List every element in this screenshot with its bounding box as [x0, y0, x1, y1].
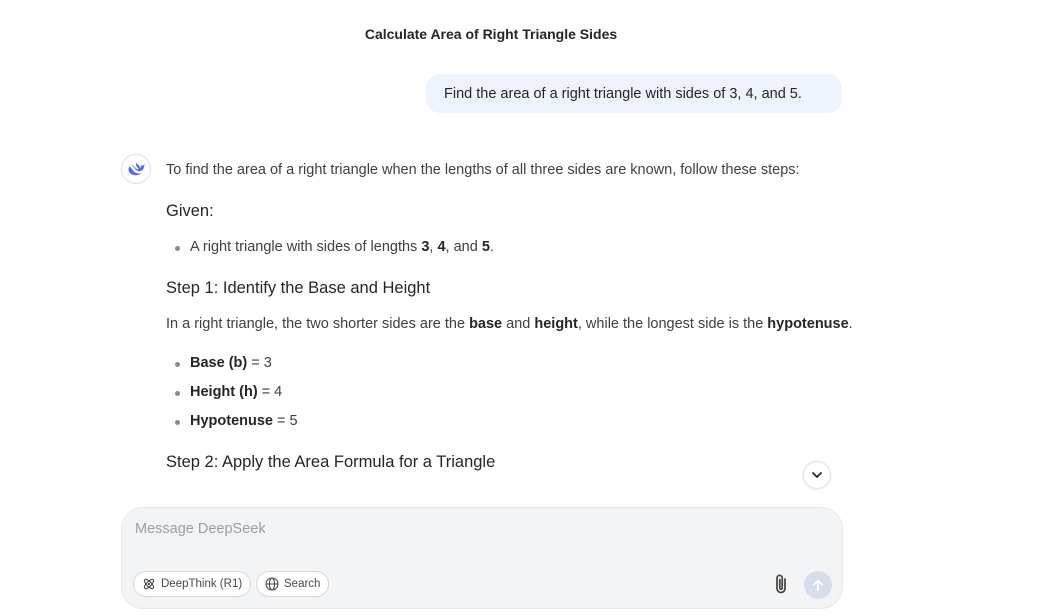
term-base: base — [469, 316, 503, 332]
paperclip-icon — [776, 574, 786, 594]
arrow-up-icon — [813, 579, 823, 591]
item-label: Hypotenuse — [190, 413, 273, 429]
send-button[interactable] — [804, 571, 832, 599]
search-label: Search — [284, 578, 321, 590]
message-input[interactable] — [135, 521, 735, 537]
given-heading: Given: — [166, 202, 214, 220]
attach-file-button[interactable] — [769, 572, 793, 596]
atom-icon — [143, 578, 155, 590]
item-label: Base (b) — [190, 355, 248, 371]
step1-heading: Step 1: Identify the Base and Height — [166, 279, 431, 297]
list-item: Hypotenuse = 5 — [175, 409, 856, 434]
assistant-answer: To find the area of a right triangle whe… — [166, 158, 856, 486]
step1-paragraph: In a right triangle, the two shorter sid… — [166, 312, 856, 337]
list-item: Height (h) = 4 — [175, 380, 856, 405]
step1-list: Base (b) = 3 Height (h) = 4 Hypotenuse =… — [166, 351, 856, 434]
item-value: = 4 — [257, 384, 283, 400]
deepseek-whale-icon — [128, 162, 146, 176]
globe-icon — [265, 577, 279, 591]
user-message-bubble: Find the area of a right triangle with s… — [426, 74, 842, 113]
para-text: and — [502, 316, 535, 332]
chevron-down-icon — [812, 472, 822, 478]
para-text: In a right triangle, the two shorter sid… — [166, 316, 470, 332]
side-c-value: 5 — [481, 239, 490, 255]
item-value: = 3 — [247, 355, 272, 371]
para-text: . — [848, 316, 853, 332]
scroll-to-bottom-button[interactable] — [803, 461, 831, 489]
term-height: height — [534, 316, 578, 332]
chat-title: Calculate Area of Right Triangle Sides — [364, 26, 618, 42]
user-message-text: Find the area of a right triangle with s… — [444, 85, 802, 102]
given-suffix: . — [489, 239, 494, 255]
message-composer: DeepThink (R1) Search — [121, 507, 843, 609]
para-text: , while the longest side is the — [577, 316, 768, 332]
list-item: Base (b) = 3 — [175, 351, 856, 376]
side-b-value: 4 — [437, 239, 446, 255]
term-hypotenuse: hypotenuse — [767, 316, 849, 332]
step2-heading: Step 2: Apply the Area Formula for a Tri… — [166, 453, 496, 471]
answer-intro: To find the area of a right triangle whe… — [166, 162, 800, 178]
assistant-avatar — [121, 154, 151, 184]
search-button[interactable]: Search — [256, 571, 330, 597]
item-value: = 5 — [273, 413, 298, 429]
deepthink-button[interactable]: DeepThink (R1) — [133, 571, 252, 597]
item-label: Height (h) — [190, 384, 258, 400]
given-list: A right triangle with sides of lengths 3… — [166, 235, 856, 260]
list-item: A right triangle with sides of lengths 3… — [175, 235, 856, 260]
deepthink-label: DeepThink (R1) — [161, 578, 243, 590]
given-sep: , and — [445, 239, 482, 255]
chat-page: Calculate Area of Right Triangle Sides F… — [0, 0, 1063, 615]
given-text: A right triangle with sides of lengths — [190, 239, 422, 255]
